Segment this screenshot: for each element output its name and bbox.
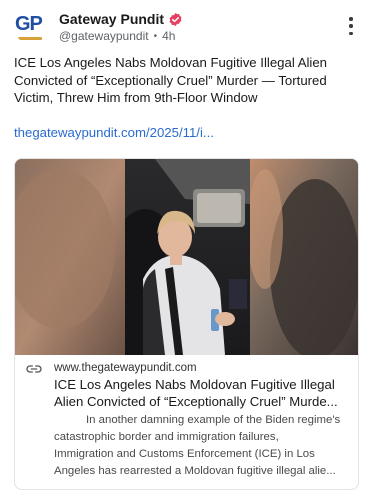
card-image[interactable]: [15, 159, 358, 355]
more-vertical-icon-dot: [349, 31, 353, 35]
author-meta: @gatewaypundit • 4h: [59, 29, 175, 43]
card-title-line: ICE Los Angeles Nabs Moldovan Fugitive I…: [54, 377, 335, 392]
avatar[interactable]: GP: [14, 10, 48, 44]
card-title[interactable]: ICE Los Angeles Nabs Moldovan Fugitive I…: [54, 377, 354, 410]
avatar-logo-text: GP: [15, 13, 43, 35]
author-name[interactable]: Gateway Pundit: [59, 11, 164, 27]
author-name-row: Gateway Pundit: [59, 10, 183, 28]
card-description: In another damning example of the Biden …: [54, 412, 354, 480]
post-header: GP Gateway Pundit @gatewaypundit • 4h: [14, 8, 359, 48]
card-meta: www.thegatewaypundit.com ICE Los Angeles…: [15, 355, 358, 489]
card-desc-line: catastrophic border and immigration fail…: [54, 431, 279, 443]
card-photo: [15, 159, 358, 355]
separator-dot: •: [153, 30, 158, 42]
verified-badge-icon: [169, 12, 182, 26]
post-text: ICE Los Angeles Nabs Moldovan Fugitive I…: [14, 55, 328, 105]
post-link[interactable]: thegatewaypundit.com/2025/11/i...: [14, 125, 214, 140]
author-handle[interactable]: @gatewaypundit: [59, 29, 149, 43]
post: GP Gateway Pundit @gatewaypundit • 4h IC…: [0, 0, 373, 500]
card-domain: www.thegatewaypundit.com: [54, 362, 197, 374]
link-icon: [26, 365, 42, 373]
more-vertical-icon-dot: [349, 24, 353, 28]
post-time: 4h: [162, 29, 176, 43]
card-desc-line: Immigration and Customs Enforcement (ICE…: [54, 448, 315, 460]
card-title-line: Alien Convicted of “Exceptionally Cruel”…: [54, 393, 338, 409]
more-options-button[interactable]: [343, 14, 359, 38]
avatar-logo-bar: [18, 37, 42, 40]
more-vertical-icon: [349, 17, 353, 21]
card-desc-line: Angeles has rearrested a Moldovan fugiti…: [54, 465, 336, 477]
card-desc-line: In another damning example of the Biden …: [86, 414, 341, 426]
link-preview-card[interactable]: www.thegatewaypundit.com ICE Los Angeles…: [14, 158, 359, 490]
